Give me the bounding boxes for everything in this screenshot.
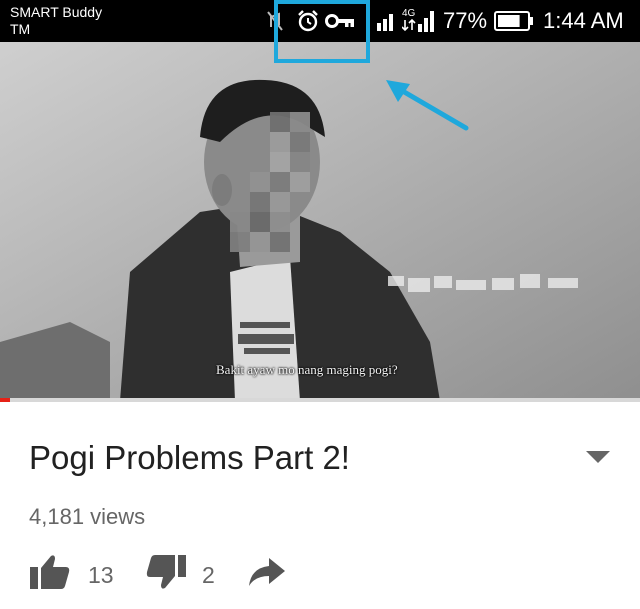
expand-description-button[interactable] <box>583 446 613 468</box>
video-subtitle: Bakit ayaw mo nang maging pogi? <box>216 362 398 377</box>
dislike-button[interactable] <box>145 554 187 595</box>
battery-icon <box>494 0 534 42</box>
highlight-box-annotation <box>274 0 370 63</box>
network-type-label: 4G <box>402 8 416 19</box>
battery-percent: 77% <box>443 8 488 33</box>
dislike-count: 2 <box>202 562 215 588</box>
like-count: 13 <box>88 562 114 588</box>
like-button[interactable] <box>29 554 71 595</box>
chevron-down-icon <box>586 451 610 463</box>
signal-icon <box>376 0 396 42</box>
video-frame <box>0 42 640 401</box>
video-progress-bar[interactable] <box>0 398 640 402</box>
video-player[interactable] <box>0 42 640 401</box>
carrier-line-2: TM <box>10 21 31 37</box>
carrier-line-1: SMART Buddy <box>10 4 103 20</box>
clock: 1:44 AM <box>543 8 624 33</box>
video-title: Pogi Problems Part 2! <box>29 439 350 476</box>
signal-4g-icon: 4G <box>402 0 438 42</box>
thumbs-up-icon <box>30 555 70 589</box>
share-arrow-icon <box>249 558 285 586</box>
arrow-annotation-icon <box>386 80 469 131</box>
share-button[interactable] <box>247 556 287 593</box>
video-progress-fill <box>0 398 10 402</box>
thumbs-down-icon <box>146 555 186 589</box>
view-count: 4,181 views <box>29 504 146 529</box>
carrier-name: SMART Buddy TM <box>10 4 102 38</box>
